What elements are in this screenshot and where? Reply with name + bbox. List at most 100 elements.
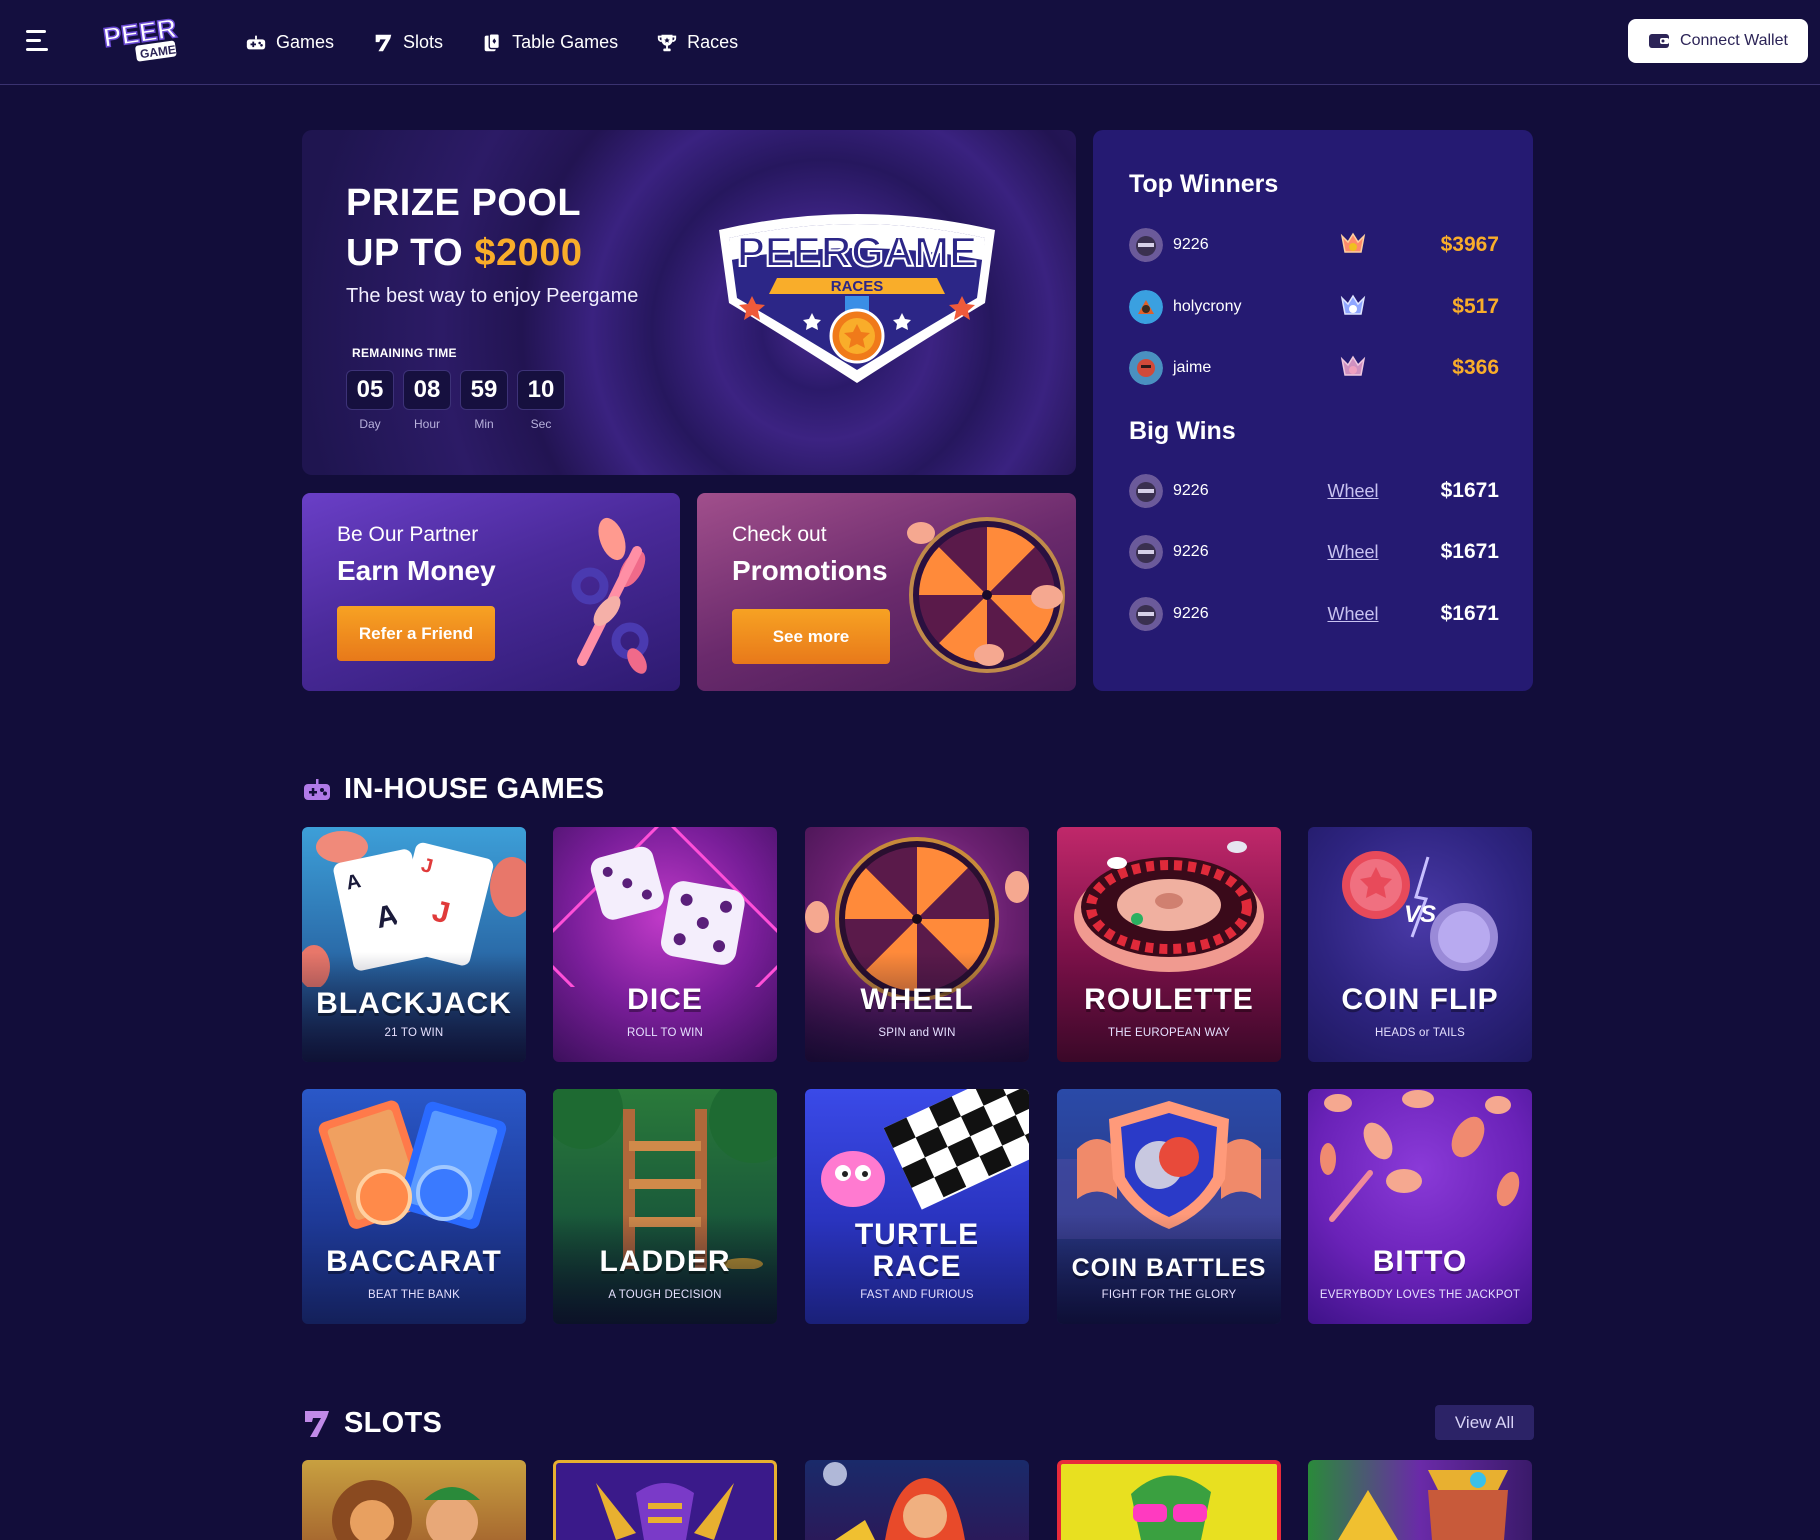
see-more-button[interactable]: See more <box>732 609 890 664</box>
seven-icon <box>375 34 392 51</box>
bronze-medal-icon <box>1340 355 1366 376</box>
timer-days: 05 Day <box>346 370 394 431</box>
top-winners-title: Top Winners <box>1129 170 1279 198</box>
game-subtitle: HEADS or TAILS <box>1375 1027 1465 1039</box>
badge-ribbon: RACES <box>831 278 884 295</box>
winner-amount: $517 <box>1452 295 1499 318</box>
avatar <box>1129 351 1163 385</box>
game-tile-blackjack[interactable]: AA JJ BLACKJACK 21 TO WIN <box>302 827 526 1062</box>
wheel-art <box>907 517 1065 673</box>
big-win-game-link[interactable]: Wheel <box>1303 481 1403 502</box>
percent-coins-art <box>571 517 649 674</box>
big-win-name: 9226 <box>1173 482 1209 499</box>
remaining-time-label: REMAINING TIME <box>352 346 457 360</box>
baccarat-cards-art <box>318 1100 507 1229</box>
avatar <box>1129 228 1163 262</box>
slot-tile[interactable] <box>1057 1460 1281 1540</box>
game-tile-roulette[interactable]: ROULETTE THE EUROPEAN WAY <box>1057 827 1281 1062</box>
view-all-slots-button[interactable]: View All <box>1435 1405 1534 1440</box>
game-tile-wheel[interactable]: WHEEL SPIN and WIN <box>805 827 1029 1062</box>
nav-races[interactable]: Races <box>656 32 738 54</box>
game-subtitle: ROLL TO WIN <box>626 1027 704 1039</box>
connect-wallet-label: Connect Wallet <box>1680 32 1788 49</box>
slot-tile[interactable] <box>553 1460 777 1540</box>
coin-flip-vs: VS <box>1404 901 1436 928</box>
game-title: ROULETTE <box>1084 983 1254 1016</box>
game-title: LADDER <box>599 1245 731 1278</box>
gamepad-icon <box>246 35 266 49</box>
gamepad-icon <box>304 778 330 800</box>
slot-artwork <box>332 1480 480 1540</box>
promo-headline: Promotions <box>732 555 888 586</box>
big-wins-title: Big Wins <box>1129 417 1236 445</box>
prize-pool-title-line2: UP TO $2000 <box>346 228 582 278</box>
top-navigation-bar: PEER GAME Games Slots Table Games Races … <box>0 0 1820 85</box>
slot-artwork <box>1131 1475 1211 1540</box>
game-title: COIN FLIP <box>1341 983 1499 1016</box>
big-win-game-link[interactable]: Wheel <box>1303 604 1403 625</box>
checkered-flag-art <box>821 1089 1029 1210</box>
game-subtitle: THE EUROPEAN WAY <box>1107 1027 1231 1039</box>
avatar <box>1129 474 1163 508</box>
avatar <box>1129 535 1163 569</box>
nav-slots[interactable]: Slots <box>372 32 443 54</box>
winners-panel: Top Winners 9226 $3967 holycrony $517 ja… <box>1093 130 1533 691</box>
slot-artwork <box>1338 1470 1508 1540</box>
top-winner-row: 9226 $3967 <box>1129 227 1499 263</box>
wallet-icon <box>1649 34 1670 48</box>
roulette-art <box>1074 841 1264 972</box>
nav-races-label: Races <box>687 32 739 52</box>
game-tile-coin-battles[interactable]: COIN BATTLES FIGHT FOR THE GLORY <box>1057 1089 1281 1324</box>
prize-pool-title-line1: PRIZE POOL <box>346 182 582 224</box>
badge-title: PEERGAME <box>737 228 977 275</box>
silver-medal-icon <box>1340 294 1366 315</box>
game-title: WHEEL <box>860 983 974 1016</box>
inhouse-games-heading: IN-HOUSE GAMES <box>302 773 604 806</box>
slot-tile[interactable] <box>805 1460 1029 1540</box>
cards-icon <box>484 32 501 51</box>
timer-hours-value: 08 <box>403 370 451 410</box>
winner-name: jaime <box>1173 359 1212 376</box>
avatar <box>1129 290 1163 324</box>
game-tile-baccarat[interactable]: BACCARAT BEAT THE BANK <box>302 1089 526 1324</box>
coins-versus-art: VS <box>1342 851 1498 971</box>
timer-minutes-value: 59 <box>460 370 508 410</box>
big-win-row: 9226 Wheel $1671 <box>1129 596 1499 632</box>
game-subtitle: BEAT THE BANK <box>367 1289 461 1301</box>
connect-wallet-button[interactable]: Connect Wallet <box>1628 19 1808 63</box>
slot-tile[interactable] <box>302 1460 526 1540</box>
peergame-logo[interactable]: PEER GAME <box>100 10 182 68</box>
game-title: BLACKJACK <box>316 987 512 1020</box>
game-tile-coin-flip[interactable]: VS COIN FLIP HEADS or TAILS <box>1308 827 1532 1062</box>
big-win-name: 9226 <box>1173 543 1209 560</box>
partner-headline: Earn Money <box>337 555 496 586</box>
countdown-timer: 05 Day 08 Hour 59 Min 10 Sec <box>346 370 565 431</box>
game-tile-bitto[interactable]: BITTO EVERYBODY LOVES THE JACKPOT <box>1308 1089 1532 1324</box>
top-winner-row: jaime $366 <box>1129 350 1499 386</box>
game-title-line2: RACE <box>872 1250 962 1283</box>
big-win-game-link[interactable]: Wheel <box>1303 542 1403 563</box>
refer-friend-button[interactable]: Refer a Friend <box>337 606 495 661</box>
prize-pool-amount: $2000 <box>474 232 583 274</box>
big-win-name: 9226 <box>1173 605 1209 622</box>
game-title-line1: TURTLE <box>854 1218 980 1251</box>
slots-heading: SLOTS <box>302 1407 442 1440</box>
slot-tile[interactable] <box>1308 1460 1532 1540</box>
game-subtitle: FIGHT FOR THE GLORY <box>1101 1289 1237 1301</box>
timer-days-unit: Day <box>359 417 381 431</box>
menu-icon[interactable] <box>26 30 50 52</box>
timer-seconds: 10 Sec <box>517 370 565 431</box>
nav-games[interactable]: Games <box>245 32 334 54</box>
avatar <box>1129 597 1163 631</box>
timer-hours-unit: Hour <box>413 417 440 431</box>
prize-pool-banner[interactable]: PRIZE POOL UP TO $2000 The best way to e… <box>302 130 1076 475</box>
prize-pool-title: PRIZE POOL UP TO $2000 <box>346 178 582 278</box>
game-subtitle: FAST AND FURIOUS <box>860 1289 974 1301</box>
game-title: COIN BATTLES <box>1071 1254 1267 1282</box>
inhouse-games-title: IN-HOUSE GAMES <box>344 773 605 805</box>
game-tile-turtle-race[interactable]: TURTLE RACE FAST AND FURIOUS <box>805 1089 1029 1324</box>
game-tile-ladder[interactable]: LADDER A TOUGH DECISION <box>553 1089 777 1324</box>
game-tile-dice[interactable]: DICE ROLL TO WIN <box>553 827 777 1062</box>
nav-table-games[interactable]: Table Games <box>481 32 618 54</box>
dice-art <box>553 827 777 987</box>
